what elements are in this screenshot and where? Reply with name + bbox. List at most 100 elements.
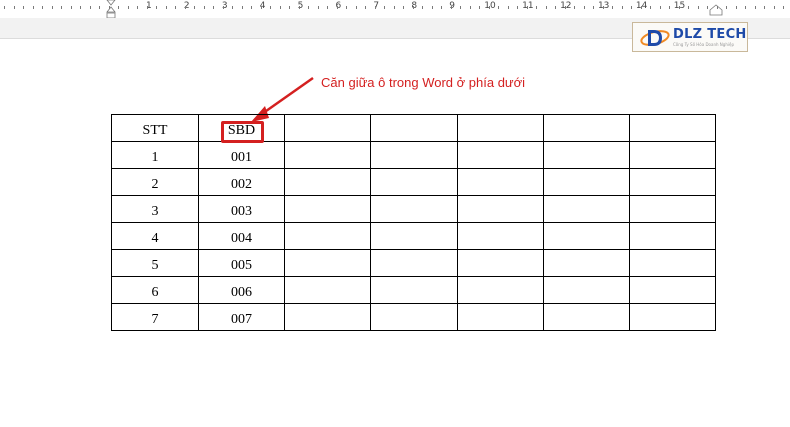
- table-cell[interactable]: 5: [111, 249, 199, 277]
- ruler-tick: [707, 6, 708, 9]
- ruler-tick: [251, 6, 252, 9]
- table-cell[interactable]: [284, 195, 371, 223]
- ruler-tick: [565, 6, 566, 9]
- table-cell[interactable]: [629, 222, 716, 250]
- table-cell[interactable]: [457, 141, 544, 169]
- ruler-tick: [726, 6, 727, 9]
- table-cell[interactable]: 004: [198, 222, 285, 250]
- table-row: 1 001: [111, 141, 716, 169]
- ruler-tick: [479, 6, 480, 9]
- table-cell[interactable]: [457, 249, 544, 277]
- ruler-tick: [204, 6, 205, 9]
- table-cell[interactable]: [543, 249, 630, 277]
- logo-tagline: Công Ty Số Hóa Doanh Nghiệp: [673, 42, 734, 47]
- cell-text: 6: [151, 285, 159, 300]
- ruler-tick: [147, 6, 148, 9]
- ruler-tick: [593, 6, 594, 9]
- ruler-tick: [137, 6, 138, 9]
- table-cell[interactable]: [284, 222, 371, 250]
- ruler-tick: [460, 6, 461, 9]
- table-cell[interactable]: [284, 249, 371, 277]
- table-row: 6 006: [111, 276, 716, 304]
- table-cell[interactable]: 005: [198, 249, 285, 277]
- table-cell[interactable]: 001: [198, 141, 285, 169]
- table-cell[interactable]: 006: [198, 276, 285, 304]
- table-row: 3 003: [111, 195, 716, 223]
- table-cell[interactable]: [457, 222, 544, 250]
- table-cell[interactable]: [457, 303, 544, 331]
- ruler-tick: [223, 6, 224, 9]
- cell-text: 1: [151, 150, 159, 165]
- table-cell[interactable]: [543, 168, 630, 196]
- table-cell[interactable]: [284, 276, 371, 304]
- table-cell[interactable]: [284, 141, 371, 169]
- ruler-tick: [280, 6, 281, 9]
- indent-marker-icon[interactable]: [106, 0, 116, 20]
- table-cell[interactable]: [629, 276, 716, 304]
- ruler-tick: [156, 6, 157, 9]
- horizontal-ruler[interactable]: 123456789101112131415: [0, 0, 790, 19]
- table-cell[interactable]: [284, 303, 371, 331]
- table-cell[interactable]: [543, 303, 630, 331]
- table-cell[interactable]: [543, 195, 630, 223]
- ruler-tick: [783, 6, 784, 9]
- table-cell[interactable]: 003: [198, 195, 285, 223]
- word-table[interactable]: STT SBD 1 001 2 002 3 003 4 004 5 005 6 006 7 007: [111, 114, 716, 331]
- table-cell[interactable]: 4: [111, 222, 199, 250]
- table-cell[interactable]: [457, 276, 544, 304]
- ruler-tick: [175, 6, 176, 9]
- table-cell[interactable]: [543, 222, 630, 250]
- cell-text: 001: [231, 150, 252, 165]
- table-cell[interactable]: 1: [111, 141, 199, 169]
- table-cell[interactable]: 007: [198, 303, 285, 331]
- table-cell[interactable]: [284, 114, 371, 142]
- table-cell[interactable]: [457, 195, 544, 223]
- table-cell[interactable]: [370, 168, 458, 196]
- ruler-tick: [52, 6, 53, 9]
- table-cell[interactable]: [370, 114, 458, 142]
- ruler-tick: [270, 6, 271, 9]
- table-cell[interactable]: [370, 276, 458, 304]
- ruler-tick: [23, 6, 24, 9]
- table-cell[interactable]: [457, 114, 544, 142]
- table-cell[interactable]: [629, 168, 716, 196]
- ruler-tick: [764, 6, 765, 9]
- right-indent-marker-icon[interactable]: [709, 4, 723, 16]
- ruler-tick: [128, 6, 129, 9]
- dlz-tech-logo: DLZ TECH Công Ty Số Hóa Doanh Nghiệp: [632, 22, 748, 52]
- table-cell[interactable]: [629, 249, 716, 277]
- cell-text: STT: [142, 123, 168, 138]
- table-cell[interactable]: [370, 222, 458, 250]
- table-cell[interactable]: [629, 141, 716, 169]
- table-cell[interactable]: 3: [111, 195, 199, 223]
- ruler-tick: [660, 6, 661, 9]
- cell-text: 5: [151, 258, 159, 273]
- ruler-tick: [194, 6, 195, 9]
- table-cell[interactable]: STT: [111, 114, 199, 142]
- ruler-number: 10: [484, 1, 496, 11]
- ruler-tick: [61, 6, 62, 9]
- table-cell[interactable]: 6: [111, 276, 199, 304]
- ruler-tick: [698, 6, 699, 9]
- cell-text: 002: [231, 177, 252, 192]
- ruler-tick: [308, 6, 309, 9]
- table-cell[interactable]: [370, 141, 458, 169]
- table-cell[interactable]: [370, 249, 458, 277]
- table-cell[interactable]: [284, 168, 371, 196]
- table-cell[interactable]: 2: [111, 168, 199, 196]
- table-cell[interactable]: [370, 195, 458, 223]
- table-cell[interactable]: [629, 195, 716, 223]
- table-cell[interactable]: [543, 114, 630, 142]
- ruler-tick: [650, 6, 651, 9]
- logo-brand-text: DLZ TECH: [673, 27, 747, 42]
- table-cell[interactable]: [629, 114, 716, 142]
- table-cell[interactable]: [629, 303, 716, 331]
- table-cell[interactable]: [543, 276, 630, 304]
- table-row: 7 007: [111, 303, 716, 331]
- ruler-tick: [80, 6, 81, 9]
- table-cell[interactable]: 7: [111, 303, 199, 331]
- table-cell[interactable]: [457, 168, 544, 196]
- table-cell[interactable]: [370, 303, 458, 331]
- table-cell[interactable]: 002: [198, 168, 285, 196]
- table-cell[interactable]: [543, 141, 630, 169]
